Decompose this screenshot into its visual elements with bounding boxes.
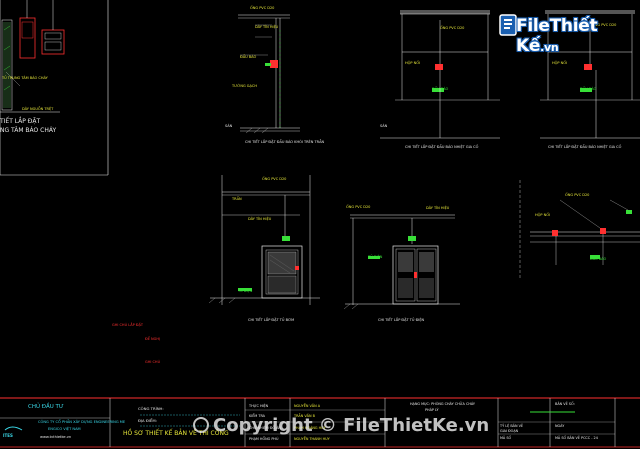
d2-tag-ong: ỐNG PVC D20 <box>440 26 465 30</box>
d2-tag-dau: ĐẦU BÁO <box>432 87 449 91</box>
d3-caption: CHI TIẾT LẮP ĐẶT ĐẦU BÁO NHIỆT GIA CỐ <box>548 145 622 149</box>
company-mark: ITES <box>3 433 13 438</box>
copyright-icon <box>193 417 209 433</box>
sheet-3: MÃ SỐ <box>500 436 512 440</box>
d6-tag-hop: HỘP NỐI <box>535 213 551 217</box>
d2-tag-hop: HỘP NỐI <box>405 61 421 65</box>
project-label: CÔNG TRÌNH: <box>138 406 164 411</box>
d6-tag-dau: ĐẦU BÁO <box>590 257 607 261</box>
d2-tag-san: SÀN <box>380 124 388 128</box>
d4-tag-ong: ỐNG PVC D20 <box>262 177 287 181</box>
d4-caption: CHI TIẾT LẮP ĐẶT TỦ BƠM <box>248 318 295 322</box>
d5-tag-tu: TỦ ĐIỆN <box>368 255 383 259</box>
d1-tag-tuong: TƯỜNG GẠCH <box>232 84 257 88</box>
d5-caption: CHI TIẾT LẮP ĐẶT TỦ ĐIỆN <box>378 318 425 322</box>
red-note-3: GHI CHÚ <box>145 360 161 364</box>
owner-label: CHỦ ĐẦU TƯ <box>28 404 64 410</box>
d2-caption: CHI TIẾT LẮP ĐẶT ĐẦU BÁO NHIỆT GIA CỐ <box>405 145 479 149</box>
d1-tag-dau: ĐẦU BÁO <box>240 55 257 59</box>
d1-tag-ong: ỐNG PVC D20 <box>250 6 275 10</box>
d3-tag-hop: HỘP NỐI <box>552 61 568 65</box>
approval-1: HẠNG MỤC: PHÒNG CHÁY CHỮA CHÁY <box>410 402 475 406</box>
detail-1-smoke-detector <box>238 14 300 134</box>
approval-2: PHÁP LÝ <box>425 408 439 412</box>
watermark-text: Copyright © FileThietKe.vn <box>213 415 490 436</box>
cad-drawing-canvas <box>0 0 640 448</box>
company-url: www.tvthietke.vn <box>40 435 72 439</box>
sheet-4: NGÀY <box>555 424 565 428</box>
d1-caption: CHI TIẾT LẮP ĐẶT ĐẦU BÁO KHÓI TRÊN TRẦN <box>245 140 325 144</box>
detail-5-electric-cabinet <box>343 214 460 310</box>
company-name-2: ENGICO VIỆT NAM <box>48 427 81 431</box>
name-1: NGUYỄN VĂN A <box>294 404 321 408</box>
company-name-1: CÔNG TY CỔ PHẦN XÂY DỰNG ENGINEERING ME <box>38 420 126 424</box>
d1-tag-day: DÂY TÍN HIỆU <box>255 25 279 29</box>
d4-tag-tu: TỦ ĐIỆN <box>238 289 253 293</box>
red-note-2: ĐỀ NGHỊ <box>145 337 161 341</box>
left-title-2: NG TÂM BÁO CHÁY <box>0 127 57 134</box>
left-note-2: DÂY NGUỒN TRỆT <box>22 107 54 111</box>
role-4: PHẠM HỒNG PHÚ <box>249 437 279 441</box>
sheet-2: GIAI ĐOẠN <box>500 429 519 433</box>
left-title-1: TIẾT LẮP ĐẶT <box>0 118 41 125</box>
drawing-number-label: BẢN VẼ SỐ: <box>555 402 575 406</box>
sheet-1: TỶ LỆ BẢN VẼ <box>500 424 524 428</box>
d4-tag-day: DÂY TÍN HIỆU <box>248 217 272 221</box>
brand-logo-text: FileThiết Kế.vn <box>516 16 640 56</box>
role-1: THỰC HIỆN <box>249 404 269 408</box>
location-label: ĐỊA ĐIỂM: <box>138 418 157 423</box>
d6-tag-ong: ỐNG PVC D20 <box>565 193 590 197</box>
d4-tag-tran: TRẦN <box>232 197 242 201</box>
left-note-1: TỦ TRUNG TÂM BÁO CHÁY <box>2 76 48 80</box>
brand-suffix: .vn <box>540 41 559 54</box>
left-panel-detail <box>0 0 109 176</box>
d5-tag-day: DÂY TÍN HIỆU <box>426 206 450 210</box>
d3-tag-dau: ĐẦU BÁO <box>580 87 597 91</box>
detail-4-pump-cabinet <box>208 175 320 305</box>
red-note-1: GHI CHÚ LẮP ĐẶT <box>112 323 144 327</box>
d5-tag-ong: ỐNG PVC D20 <box>346 205 371 209</box>
sheet-value: MÃ SỐ BẢN VẼ PCCC - 24 <box>555 436 598 440</box>
copyright-watermark: Copyright © FileThietKe.vn <box>193 415 489 436</box>
name-4: NGUYỄN THANH HUY <box>294 437 330 441</box>
d1-tag-san: SÀN <box>225 124 233 128</box>
